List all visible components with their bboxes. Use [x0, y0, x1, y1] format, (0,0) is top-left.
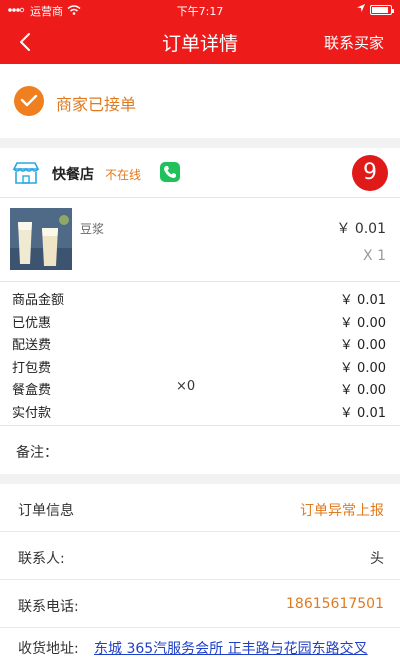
contact-person-value: 头	[370, 551, 384, 567]
shop-icon	[12, 161, 40, 185]
report-exception-link[interactable]: 订单异常上报	[300, 500, 384, 520]
remark-label: 备注：	[16, 445, 58, 461]
address-row: 收货地址: 东城 365汽服务会所 正丰路与花园东路交叉	[0, 628, 400, 660]
status-bar: 运营商 下午7:17	[0, 0, 400, 20]
order-number-badge: 9	[352, 155, 388, 191]
fee-label: 餐盒费	[12, 383, 52, 399]
contact-person-row: 联系人: 头	[0, 532, 400, 580]
fee-row: 实付款 ￥ 0.01	[0, 399, 400, 422]
fee-label: 已优惠	[12, 315, 52, 331]
fee-value: ￥ 0.01	[339, 405, 386, 421]
fee-count: ×0	[176, 379, 196, 395]
product-quantity: X 1	[363, 248, 386, 264]
order-info-label: 订单信息	[18, 503, 74, 519]
battery-icon	[370, 4, 394, 15]
fee-value: ￥ 0.01	[339, 293, 386, 308]
fee-label: 实付款	[12, 405, 52, 421]
shop-row: 快餐店 不在线 9	[0, 148, 400, 198]
fee-row: 已优惠 ￥ 0.00	[0, 309, 400, 332]
fee-label: 打包费	[12, 360, 52, 376]
call-shop-button[interactable]	[160, 162, 180, 182]
shop-online-status: 不在线	[105, 168, 142, 182]
fee-label: 商品金额	[12, 293, 65, 308]
contact-phone-value[interactable]: 18615617501	[286, 596, 384, 612]
fee-row: 打包费 ￥ 0.00	[0, 354, 400, 377]
contact-phone-label: 联系电话:	[18, 599, 79, 615]
fee-value: ￥ 0.00	[339, 360, 386, 376]
fee-value: ￥ 0.00	[339, 338, 386, 354]
order-status-section: 商家已接单	[0, 64, 400, 138]
fee-row: 配送费 ￥ 0.00	[0, 331, 400, 354]
product-price: ￥ 0.01	[336, 221, 386, 237]
product-image	[10, 208, 72, 270]
order-info-header: 订单信息 订单异常上报	[0, 484, 400, 532]
check-circle-icon	[14, 86, 44, 116]
order-info-section: 订单信息 订单异常上报 联系人: 头 联系电话: 18615617501 收货地…	[0, 484, 400, 660]
fee-value: ￥ 0.00	[339, 383, 386, 399]
address-label: 收货地址:	[18, 641, 79, 657]
shop-name[interactable]: 快餐店	[52, 164, 94, 184]
contact-buyer-button[interactable]: 联系买家	[324, 32, 384, 53]
location-icon	[356, 3, 366, 16]
product-row: 豆浆 ￥ 0.01 X 1	[0, 198, 400, 282]
address-link[interactable]: 东城 365汽服务会所 正丰路与花园东路交叉	[94, 638, 390, 658]
fee-row: 商品金额 ￥ 0.01	[0, 286, 400, 309]
remark-section: 备注：	[0, 426, 400, 474]
fee-summary: 商品金额 ￥ 0.01 已优惠 ￥ 0.00 配送费 ￥ 0.00 打包费 ￥ …	[0, 282, 400, 426]
fee-label: 配送费	[12, 338, 52, 354]
battery-level	[372, 6, 389, 13]
fee-value: ￥ 0.00	[339, 315, 386, 331]
status-time: 下午7:17	[176, 5, 224, 18]
contact-phone-row: 联系电话: 18615617501	[0, 580, 400, 628]
contact-person-label: 联系人:	[18, 551, 65, 567]
phone-icon	[164, 166, 176, 178]
navigation-bar: 订单详情 联系买家	[0, 20, 400, 64]
order-status-text: 商家已接单	[56, 95, 137, 114]
product-name: 豆浆	[80, 222, 105, 236]
status-bar-right	[356, 3, 394, 16]
fee-row: 餐盒费 ×0 ￥ 0.00	[0, 376, 400, 399]
